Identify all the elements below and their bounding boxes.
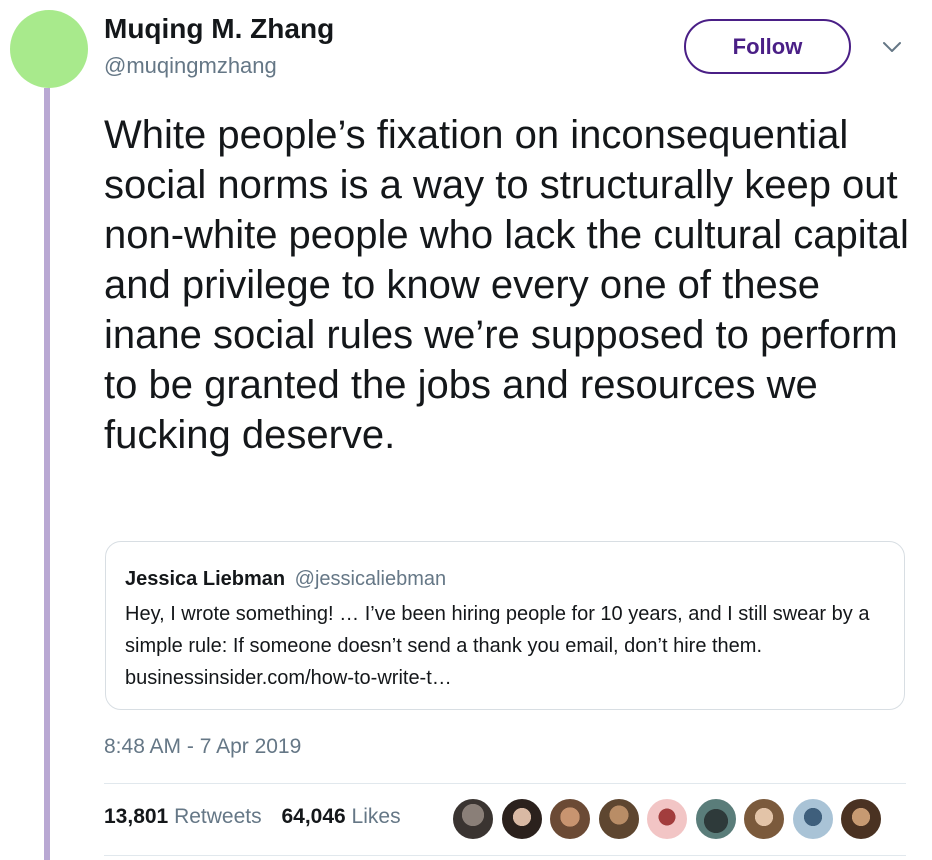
quoted-tweet-text: Hey, I wrote something! … I’ve been hiri… (125, 603, 870, 689)
follow-button[interactable]: Follow (684, 19, 851, 74)
liker-avatar[interactable] (500, 798, 543, 840)
retweets-stat[interactable]: 13,801 Retweets (104, 805, 262, 829)
likes-count: 64,046 (281, 805, 346, 828)
author-avatar[interactable] (10, 10, 88, 88)
liker-avatar[interactable] (791, 798, 834, 840)
liker-avatar[interactable] (743, 798, 785, 840)
divider (104, 855, 906, 856)
chevron-down-icon[interactable] (878, 36, 906, 58)
author-handle[interactable]: @muqingmzhang (104, 53, 277, 79)
liker-avatar[interactable] (597, 798, 640, 840)
tweet-stats: 13,801 Retweets 64,046 Likes (104, 805, 415, 829)
retweets-label: Retweets (174, 805, 262, 828)
tweet-text: White people’s fixation on inconsequenti… (104, 113, 909, 457)
likes-stat[interactable]: 64,046 Likes (281, 805, 400, 829)
liker-avatar[interactable] (694, 798, 737, 840)
liker-avatar[interactable] (452, 798, 494, 840)
divider (104, 783, 906, 784)
likes-label: Likes (351, 805, 401, 828)
author-name[interactable]: Muqing M. Zhang (104, 13, 334, 45)
quoted-author-name: Jessica Liebman (125, 568, 286, 590)
liker-avatar[interactable] (840, 798, 882, 840)
liker-avatar[interactable] (549, 798, 591, 840)
liker-avatars (452, 798, 889, 840)
retweets-count: 13,801 (104, 805, 169, 828)
thread-line (44, 88, 50, 860)
tweet-timestamp[interactable]: 8:48 AM - 7 Apr 2019 (104, 735, 301, 759)
liker-avatar[interactable] (646, 798, 688, 840)
quoted-author-handle: @jessicaliebman (294, 568, 447, 590)
quoted-tweet[interactable]: Jessica Liebman @jessicaliebman Hey, I w… (105, 541, 905, 710)
